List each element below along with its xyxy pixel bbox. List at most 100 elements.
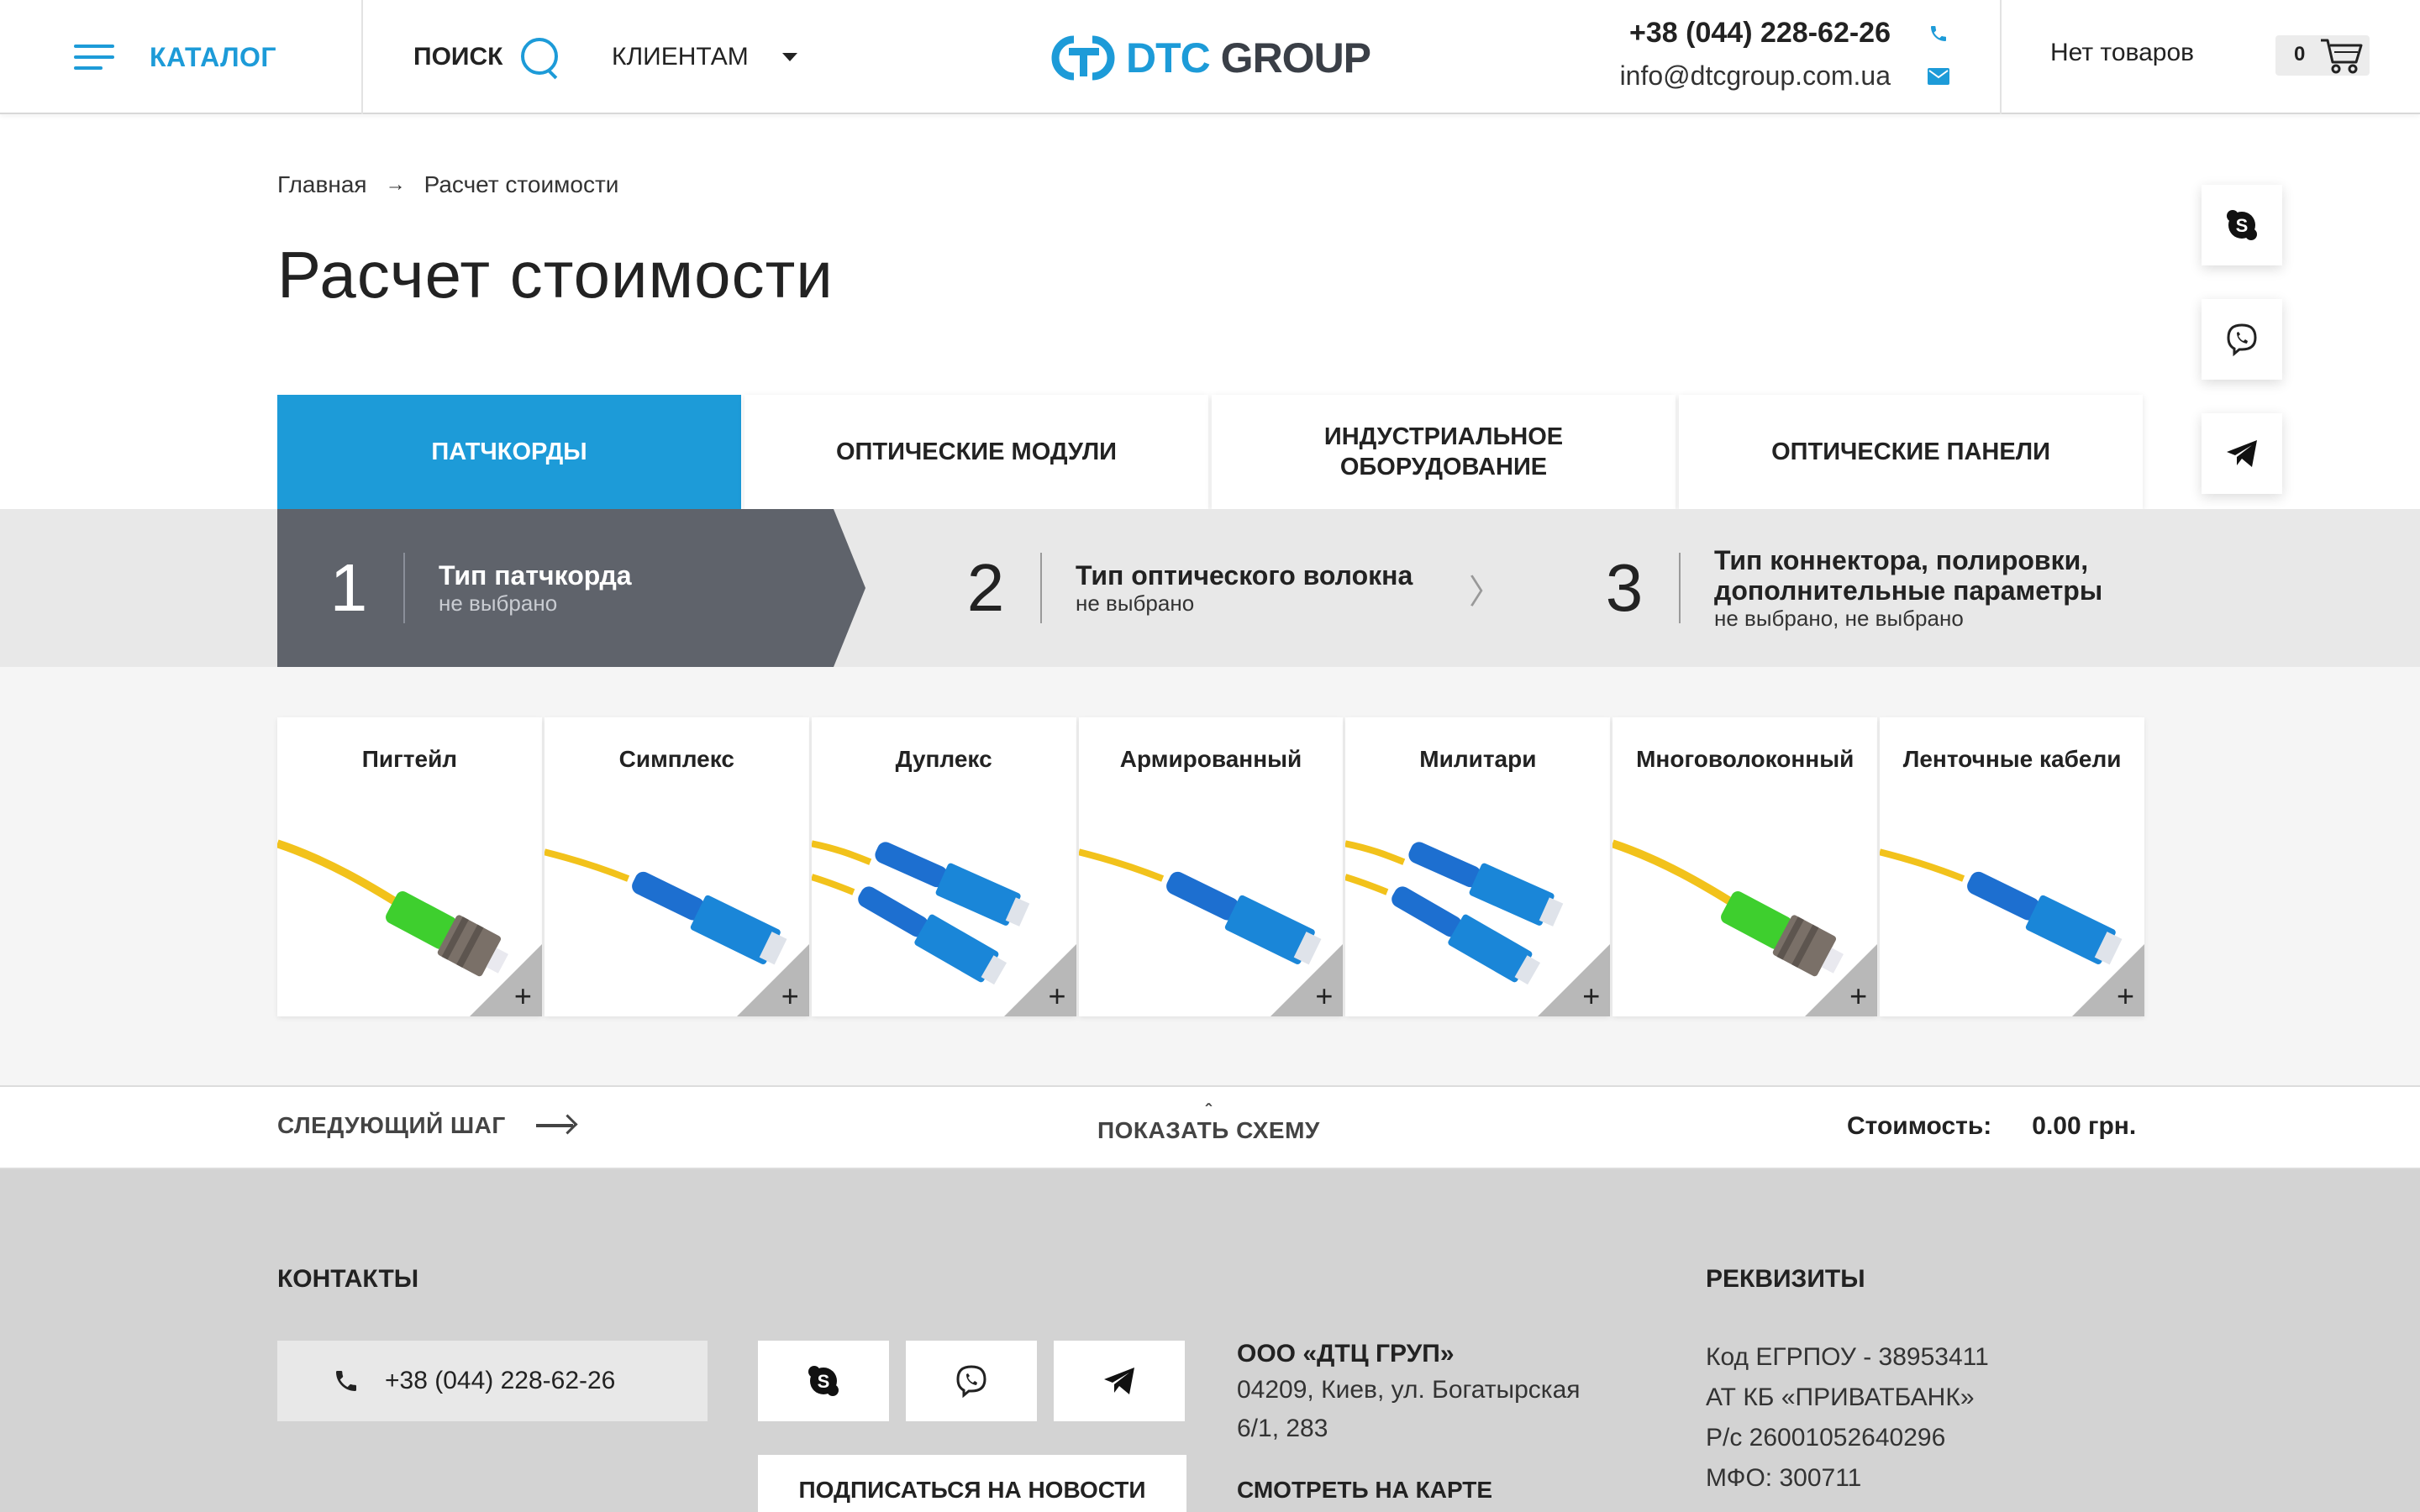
map-link[interactable]: СМОТРЕТЬ НА КАРТЕ bbox=[1237, 1477, 1492, 1504]
svg-text:S: S bbox=[2236, 215, 2249, 236]
chevron-up-icon: ˆ bbox=[1205, 1100, 1213, 1121]
header-email[interactable]: info@dtcgroup.com.ua bbox=[1620, 60, 1891, 92]
requisite-line: АТ КБ «ПРИВАТБАНК» bbox=[1706, 1383, 1975, 1411]
chevron-down-icon bbox=[781, 53, 797, 61]
cost-label: Стоимость: bbox=[1847, 1112, 1992, 1140]
tab-industrial-equipment[interactable]: ИНДУСТРИАЛЬНОЕ ОБОРУДОВАНИЕ bbox=[1212, 395, 1676, 509]
clients-label: КЛИЕНТАМ bbox=[612, 43, 749, 71]
footer-skype-button[interactable]: S bbox=[758, 1341, 889, 1421]
next-step-label: СЛЕДУЮЩИЙ ШАГ bbox=[277, 1112, 506, 1138]
card-title: Пигтейл bbox=[361, 746, 458, 772]
plus-icon[interactable]: + bbox=[1849, 981, 1867, 1011]
page: КАТАЛОГ ПОИСК КЛИЕНТАМ DTC GROUP +38 (04… bbox=[0, 0, 2420, 1512]
phone-icon bbox=[336, 1371, 356, 1391]
catalog-menu-button[interactable]: КАТАЛОГ bbox=[74, 34, 276, 81]
plus-icon[interactable]: + bbox=[2117, 981, 2134, 1011]
telegram-icon bbox=[1104, 1368, 1134, 1394]
subscribe-label: ПОДПИСАТЬСЯ НА НОВОСТИ bbox=[798, 1477, 1146, 1503]
plus-icon[interactable]: + bbox=[1582, 981, 1600, 1011]
logo-mark-icon bbox=[1051, 35, 1115, 81]
cart-button[interactable]: 0 bbox=[2275, 35, 2370, 76]
subscribe-button[interactable]: ПОДПИСАТЬСЯ НА НОВОСТИ bbox=[758, 1455, 1186, 1512]
viber-icon bbox=[2227, 323, 2257, 357]
header-divider bbox=[361, 0, 363, 114]
arrow-right-icon: → bbox=[385, 173, 406, 196]
search-button[interactable]: ПОИСК bbox=[413, 34, 560, 81]
breadcrumb-current: Расчет стоимости bbox=[424, 171, 619, 197]
show-scheme-button[interactable]: ˆ ПОКАЗАТЬ СХЕМУ bbox=[1097, 1100, 1320, 1144]
telegram-icon bbox=[2227, 440, 2257, 467]
product-type-card[interactable]: Ленточные кабели + bbox=[1880, 717, 2145, 1016]
cart-widget[interactable]: Нет товаров 0 bbox=[2002, 0, 2420, 114]
show-scheme-label: ПОКАЗАТЬ СХЕМУ bbox=[1097, 1117, 1320, 1143]
plus-icon[interactable]: + bbox=[781, 981, 799, 1011]
telegram-button[interactable] bbox=[2202, 413, 2282, 494]
product-type-card[interactable]: Пигтейл + bbox=[277, 717, 542, 1016]
catalog-label: КАТАЛОГ bbox=[150, 41, 277, 72]
card-title: Армированный bbox=[1119, 746, 1302, 772]
calculator-bar: СЛЕДУЮЩИЙ ШАГ ˆ ПОКАЗАТЬ СХЕМУ Стоимость… bbox=[0, 1085, 2420, 1169]
breadcrumb: Главная → Расчет стоимости bbox=[277, 168, 618, 202]
breadcrumb-home[interactable]: Главная bbox=[277, 171, 367, 198]
footer-phone-button[interactable]: +38 (044) 228-62-26 bbox=[277, 1341, 708, 1421]
step-title: Тип оптического волокна bbox=[1076, 560, 1413, 591]
product-type-card[interactable]: Милитари + bbox=[1345, 717, 1611, 1016]
cart-status: Нет товаров bbox=[2050, 39, 2195, 66]
card-title: Ленточные кабели bbox=[1902, 746, 2122, 772]
header-contacts: +38 (044) 228-62-26 info@dtcgroup.com.ua bbox=[1597, 17, 1949, 101]
product-type-card[interactable]: Армированный + bbox=[1078, 717, 1344, 1016]
chevron-right-icon: 〉 bbox=[1469, 574, 1502, 611]
arrow-right-icon bbox=[535, 1124, 573, 1127]
product-type-card[interactable]: Многоволоконный + bbox=[1612, 717, 1878, 1016]
footer-telegram-button[interactable] bbox=[1054, 1341, 1185, 1421]
next-step-button[interactable]: СЛЕДУЮЩИЙ ШАГ bbox=[277, 1112, 573, 1139]
header-phone[interactable]: +38 (044) 228-62-26 bbox=[1629, 17, 1891, 50]
site-logo[interactable]: DTC GROUP bbox=[1050, 34, 1371, 82]
clients-dropdown[interactable]: КЛИЕНТАМ bbox=[612, 34, 797, 81]
skype-button[interactable]: S bbox=[2202, 185, 2282, 265]
step-2[interactable]: 2 Тип оптического волокна не выбрано bbox=[948, 509, 1413, 667]
step-1[interactable]: 1 Тип патчкорда не выбрано bbox=[311, 509, 632, 667]
requisites-heading: РЕКВИЗИТЫ bbox=[1706, 1265, 1865, 1293]
step-value: не выбрано bbox=[439, 591, 558, 616]
menu-icon bbox=[74, 45, 114, 70]
tab-label: ПАТЧКОРДЫ bbox=[431, 438, 587, 465]
tab-optical-modules[interactable]: ОПТИЧЕСКИЕ МОДУЛИ bbox=[744, 395, 1208, 509]
plus-icon[interactable]: + bbox=[514, 981, 532, 1011]
step-number: 3 bbox=[1605, 550, 1644, 625]
product-type-card[interactable]: Симплекс + bbox=[544, 717, 809, 1016]
footer-viber-button[interactable] bbox=[906, 1341, 1037, 1421]
company-address-line1: 04209, Киев, ул. Богатырская bbox=[1237, 1376, 1581, 1404]
requisite-line: Код ЕГРПОУ - 38953411 bbox=[1706, 1343, 1989, 1371]
tab-optical-panels[interactable]: ОПТИЧЕСКИЕ ПАНЕЛИ bbox=[1679, 395, 2143, 509]
step-number: 2 bbox=[966, 550, 1005, 625]
card-title: Милитари bbox=[1419, 746, 1537, 772]
cart-icon bbox=[2321, 39, 2363, 74]
step-value: не выбрано bbox=[1076, 591, 1195, 616]
tab-patchcords[interactable]: ПАТЧКОРДЫ bbox=[277, 395, 741, 526]
skype-icon: S bbox=[2227, 210, 2257, 240]
step-title: Тип патчкорда bbox=[439, 560, 632, 591]
tab-label: ИНДУСТРИАЛЬНОЕ ОБОРУДОВАНИЕ bbox=[1323, 423, 1564, 480]
search-icon bbox=[519, 36, 560, 78]
mail-icon bbox=[1928, 66, 1949, 87]
company-info: ООО «ДТЦ ГРУП» 04209, Киев, ул. Богатырс… bbox=[1237, 1337, 1674, 1448]
step-divider bbox=[1679, 553, 1681, 623]
cost-value: 0.00 грн. bbox=[2032, 1112, 2137, 1140]
card-title: Дуплекс bbox=[895, 746, 992, 772]
plus-icon[interactable]: + bbox=[1315, 981, 1333, 1011]
step-3[interactable]: 3 Тип коннектора, полировки, дополнитель… bbox=[1586, 509, 2151, 667]
patchcord-type-grid: Пигтейл + Симплекс + Дуплекс + Армированный + Ми… bbox=[277, 717, 2145, 1016]
step-value: не выбрано, не выбрано bbox=[1714, 606, 1964, 631]
svg-text:S: S bbox=[818, 1371, 830, 1392]
cart-count: 0 bbox=[2294, 43, 2306, 66]
plus-icon[interactable]: + bbox=[1049, 981, 1066, 1011]
company-address-line2: 6/1, 283 bbox=[1237, 1415, 1328, 1442]
tab-label: ОПТИЧЕСКИЕ МОДУЛИ bbox=[835, 438, 1118, 465]
category-tabs: ПАТЧКОРДЫ ОПТИЧЕСКИЕ МОДУЛИ ИНДУСТРИАЛЬН… bbox=[277, 395, 2143, 526]
viber-button[interactable] bbox=[2202, 299, 2282, 380]
step-number: 1 bbox=[329, 550, 368, 625]
product-type-card[interactable]: Дуплекс + bbox=[811, 717, 1076, 1016]
skype-icon: S bbox=[808, 1366, 839, 1396]
footer-phone: +38 (044) 228-62-26 bbox=[385, 1367, 616, 1394]
